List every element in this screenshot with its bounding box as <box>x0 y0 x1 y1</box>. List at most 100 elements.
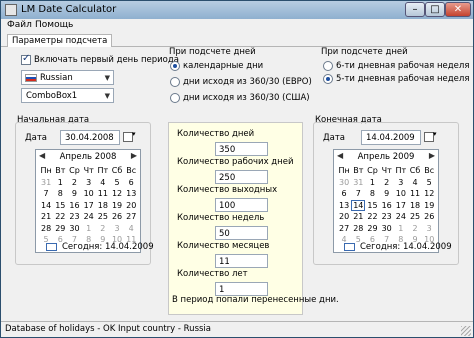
calendar-day[interactable]: 15 <box>53 200 67 212</box>
calendar-day[interactable]: 8 <box>53 188 67 200</box>
resize-grip-icon[interactable] <box>461 326 471 336</box>
calendar-day[interactable]: 21 <box>39 211 53 223</box>
result-field[interactable]: 100 <box>215 198 268 212</box>
close-button[interactable]: ✕ <box>445 2 471 17</box>
calendar-day[interactable]: 31 <box>39 177 53 189</box>
calendar-day[interactable]: 17 <box>82 200 96 212</box>
calendar-day[interactable]: 22 <box>365 211 379 223</box>
calendar-day[interactable]: 12 <box>422 188 436 200</box>
calendar-day[interactable]: 1 <box>394 223 408 235</box>
menu-file[interactable]: Файл <box>7 20 32 30</box>
minimize-button[interactable]: – <box>405 2 425 17</box>
radio-calendar-days[interactable] <box>170 61 180 71</box>
calendar-day[interactable]: 13 <box>124 188 138 200</box>
calendar-day[interactable]: 9 <box>380 188 394 200</box>
country-select[interactable]: Russian ▼ <box>21 70 114 85</box>
calendar-day[interactable]: 11 <box>96 188 110 200</box>
calendar-day[interactable]: 29 <box>53 223 67 235</box>
combobox1-select[interactable]: ComboBox1 ▼ <box>21 88 114 103</box>
calendar-day[interactable]: 4 <box>96 177 110 189</box>
title-bar[interactable]: LM Date Calculator – □ ✕ <box>1 1 473 19</box>
calendar-day[interactable]: 20 <box>124 200 138 212</box>
calendar-day[interactable]: 2 <box>96 223 110 235</box>
calendar-day[interactable]: 5 <box>110 177 124 189</box>
calendar-day[interactable]: 29 <box>365 223 379 235</box>
calendar-day[interactable]: 4 <box>408 177 422 189</box>
end-calendar[interactable]: ◀ Апрель 2009 ▶ Пн Вт Ср Чт Пт Сб Вс 30 31 1 2 3 4 5 6… <box>333 149 452 253</box>
calendar-day[interactable]: 17 <box>394 200 408 212</box>
calendar-day[interactable]: 30 <box>67 223 81 235</box>
calendar-day[interactable]: 6 <box>337 188 351 200</box>
calendar-day[interactable]: 2 <box>380 177 394 189</box>
calendar-day[interactable]: 24 <box>394 211 408 223</box>
calendar-day[interactable]: 22 <box>53 211 67 223</box>
calendar-day[interactable]: 8 <box>365 188 379 200</box>
calendar-day[interactable]: 13 <box>337 200 351 212</box>
calendar-day[interactable]: 24 <box>82 211 96 223</box>
calendar-day[interactable]: 4 <box>124 223 138 235</box>
calendar-day[interactable]: 3 <box>110 223 124 235</box>
menu-help[interactable]: Помощь <box>35 20 73 30</box>
calendar-day[interactable]: 19 <box>110 200 124 212</box>
calendar-day[interactable]: 28 <box>351 223 365 235</box>
radio-360-euro[interactable] <box>170 77 180 87</box>
calendar-day[interactable]: 1 <box>365 177 379 189</box>
calendar-day[interactable]: 10 <box>394 188 408 200</box>
result-field[interactable]: 1 <box>215 282 268 296</box>
radio-360-usa[interactable] <box>170 93 180 103</box>
calendar-day[interactable]: 28 <box>39 223 53 235</box>
calendar-day[interactable]: 18 <box>408 200 422 212</box>
calendar-day[interactable]: 31 <box>351 177 365 189</box>
calendar-day[interactable]: 30 <box>337 177 351 189</box>
tab-params[interactable]: Параметры подсчета <box>7 34 113 47</box>
first-day-checkbox[interactable] <box>21 53 31 65</box>
calendar-icon[interactable] <box>122 130 136 142</box>
calendar-day[interactable]: 14 <box>351 199 366 211</box>
calendar-day[interactable]: 23 <box>67 211 81 223</box>
next-month-icon[interactable]: ▶ <box>429 151 435 160</box>
calendar-day[interactable]: 9 <box>67 188 81 200</box>
calendar-day[interactable]: 2 <box>67 177 81 189</box>
calendar-day[interactable]: 26 <box>110 211 124 223</box>
calendar-day[interactable]: 7 <box>351 188 365 200</box>
end-date-input[interactable]: 14.04.2009 <box>361 130 421 145</box>
calendar-day[interactable]: 16 <box>380 200 394 212</box>
calendar-day[interactable]: 3 <box>82 177 96 189</box>
calendar-day[interactable]: 27 <box>124 211 138 223</box>
calendar-day[interactable]: 5 <box>422 177 436 189</box>
radio-5-day-week[interactable] <box>323 74 333 84</box>
start-date-input[interactable]: 30.04.2008 <box>60 130 120 145</box>
calendar-day[interactable]: 26 <box>422 211 436 223</box>
calendar-day[interactable]: 20 <box>337 211 351 223</box>
calendar-day[interactable]: 14 <box>39 200 53 212</box>
result-field[interactable]: 11 <box>215 254 268 268</box>
calendar-day[interactable]: 2 <box>408 223 422 235</box>
calendar-day[interactable]: 25 <box>408 211 422 223</box>
maximize-button[interactable]: □ <box>425 2 445 17</box>
calendar-day[interactable]: 15 <box>365 200 379 212</box>
calendar-day[interactable]: 1 <box>82 223 96 235</box>
next-month-icon[interactable]: ▶ <box>131 151 137 160</box>
calendar-day[interactable]: 16 <box>67 200 81 212</box>
result-field[interactable]: 250 <box>215 170 268 184</box>
start-calendar[interactable]: ◀ Апрель 2008 ▶ Пн Вт Ср Чт Пт Сб Вс 31 1 2 3 4 5 6 7 8… <box>35 149 154 253</box>
calendar-day[interactable]: 3 <box>394 177 408 189</box>
calendar-day[interactable]: 25 <box>96 211 110 223</box>
calendar-day[interactable]: 1 <box>53 177 67 189</box>
calendar-day[interactable]: 12 <box>110 188 124 200</box>
calendar-day[interactable]: 19 <box>422 200 436 212</box>
calendar-day[interactable]: 11 <box>408 188 422 200</box>
calendar-day[interactable]: 7 <box>39 188 53 200</box>
calendar-day[interactable]: 18 <box>96 200 110 212</box>
result-field[interactable]: 350 <box>215 142 268 156</box>
calendar-day[interactable]: 6 <box>124 177 138 189</box>
calendar-day[interactable]: 21 <box>351 211 365 223</box>
calendar-day[interactable]: 10 <box>82 188 96 200</box>
result-field[interactable]: 50 <box>215 226 268 240</box>
calendar-icon[interactable] <box>423 130 437 142</box>
calendar-day[interactable]: 30 <box>380 223 394 235</box>
calendar-day[interactable]: 23 <box>380 211 394 223</box>
calendar-day[interactable]: 3 <box>422 223 436 235</box>
radio-6-day-week[interactable] <box>323 61 333 71</box>
calendar-day[interactable]: 27 <box>337 223 351 235</box>
